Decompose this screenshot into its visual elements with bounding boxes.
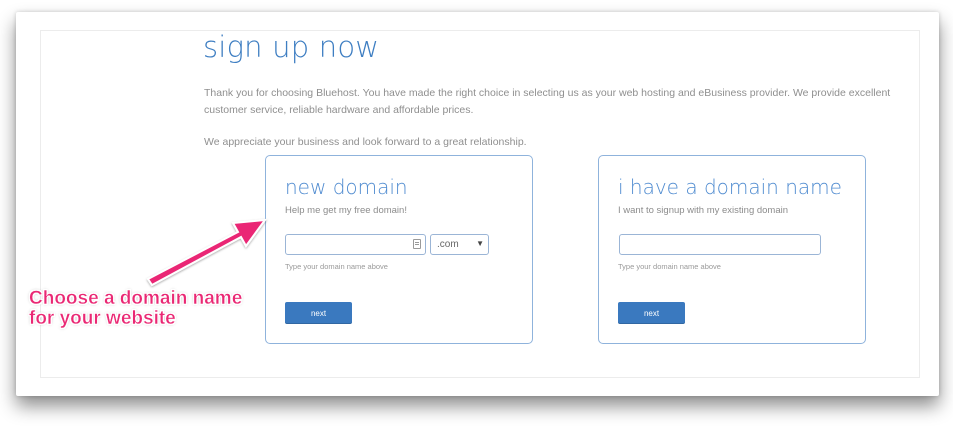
new-domain-input[interactable]	[285, 234, 426, 255]
new-domain-subtitle: Help me get my free domain!	[285, 205, 407, 216]
existing-domain-card: i have a domain name I want to signup wi…	[598, 155, 866, 344]
existing-domain-subtitle: I want to signup with my existing domain	[618, 205, 789, 216]
existing-domain-helper: Type your domain name above	[618, 262, 721, 271]
page-title: sign up now	[203, 30, 380, 64]
tld-select[interactable]: .com ▼	[430, 234, 489, 255]
new-domain-next-button[interactable]: next	[285, 302, 352, 324]
new-domain-title: new domain	[285, 175, 408, 199]
list-icon	[413, 239, 421, 249]
intro-text: Thank you for choosing Bluehost. You hav…	[204, 87, 891, 116]
annotation-line-2: for your website	[29, 308, 176, 329]
appreciation-text: We appreciate your business and look for…	[204, 136, 527, 148]
tld-selected-value: .com	[437, 239, 459, 250]
new-domain-helper: Type your domain name above	[285, 262, 388, 271]
new-domain-card: new domain Help me get my free domain! .…	[265, 155, 533, 344]
annotation-label: Choose a domain name for your website	[29, 288, 269, 329]
existing-domain-input[interactable]	[619, 234, 821, 255]
annotation-line-1: Choose a domain name	[29, 288, 243, 309]
chevron-down-icon: ▼	[476, 239, 484, 248]
existing-domain-next-button[interactable]: next	[618, 302, 685, 324]
screenshot-canvas: sign up now Thank you for choosing Blueh…	[0, 0, 953, 435]
existing-domain-title: i have a domain name	[618, 175, 842, 199]
